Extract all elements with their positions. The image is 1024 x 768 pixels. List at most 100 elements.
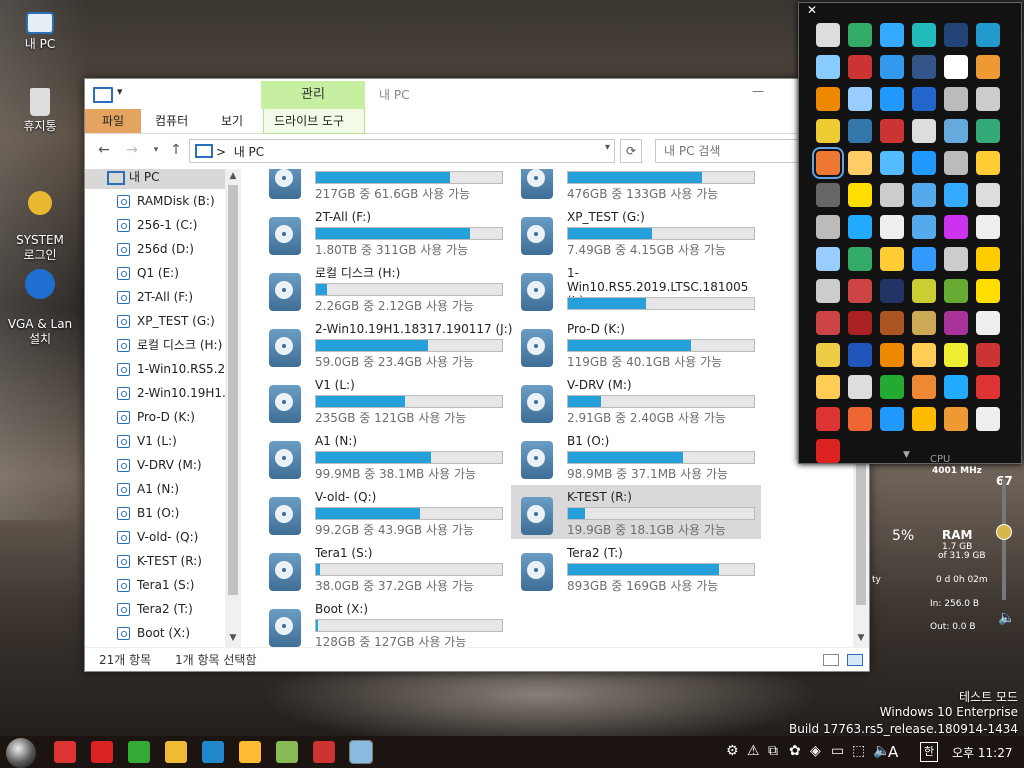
app-shortcut-icon[interactable] [816,439,840,463]
scrollbar-thumb[interactable] [228,185,238,595]
desktop-icon-my-pc[interactable]: 내 PC [2,8,78,52]
app-icon[interactable] [313,741,335,763]
tab-computer[interactable]: 컴퓨터 [145,109,198,133]
app-shortcut-icon[interactable] [848,87,872,111]
app-shortcut-icon[interactable] [816,343,840,367]
chevron-down-icon[interactable]: ▼ [903,450,910,460]
drive-tile[interactable]: 1-Win10.RS5.2019.LTSC.181005 (I:) [511,261,761,315]
chevron-down-icon[interactable]: ▾ [605,142,610,153]
app-shortcut-icon[interactable] [880,407,904,431]
nav-item-drive[interactable]: V1 (L:) [85,429,225,453]
app-shortcut-icon[interactable] [848,215,872,239]
tab-file[interactable]: 파일 [85,109,141,133]
app-shortcut-icon[interactable] [880,87,904,111]
app-shortcut-icon[interactable] [944,375,968,399]
nav-item-drive[interactable]: A1 (N:) [85,477,225,501]
drive-tile[interactable]: 로컬 디스크 (H:) 2.26GB 중 2.12GB 사용 가능 [259,261,509,315]
nav-item-this-pc[interactable]: 내 PC [85,169,225,189]
app-shortcut-icon[interactable] [880,151,904,175]
drive-tile[interactable]: 2-Win10.19H1.18317.190117 (J:) 59.0GB 중 2… [259,317,512,371]
app-shortcut-icon[interactable] [912,215,936,239]
volume-slider-knob[interactable] [996,524,1012,540]
app-shortcut-icon[interactable] [912,151,936,175]
drive-tile[interactable]: K-TEST (R:) 19.9GB 중 18.1GB 사용 가능 [511,485,761,539]
nav-item-drive[interactable]: V-DRV (M:) [85,453,225,477]
computer-icon[interactable] [349,740,373,764]
drive-tile[interactable]: V-DRV (M:) 2.91GB 중 2.40GB 사용 가능 [511,373,761,427]
drive-tile[interactable]: V-old- (Q:) 99.2GB 중 43.9GB 사용 가능 [259,485,509,539]
tray-battery-icon[interactable]: ▭ [831,743,844,759]
drive-tile[interactable]: Boot (X:) 128GB 중 127GB 사용 가능 [259,597,509,647]
app-shortcut-icon[interactable] [944,23,968,47]
app-shortcut-icon[interactable] [812,147,844,179]
tray-alert-icon[interactable]: ⚠ [747,743,760,759]
nav-item-drive[interactable]: XP_TEST (G:) [85,309,225,333]
app-shortcut-icon[interactable] [912,55,936,79]
app-shortcut-icon[interactable] [816,407,840,431]
tray-app-icon[interactable]: ⚙ [726,743,739,759]
app-shortcut-icon[interactable] [976,87,1000,111]
app-shortcut-icon[interactable] [816,375,840,399]
drive-tile[interactable]: V1 (L:) 235GB 중 121GB 사용 가능 [259,373,509,427]
back-arrow-icon[interactable]: ← [95,141,113,159]
forward-arrow-icon[interactable]: → [123,141,141,159]
app-shortcut-icon[interactable] [976,55,1000,79]
color-palette-icon[interactable] [54,741,76,763]
app-shortcut-icon[interactable] [912,407,936,431]
tray-network-icon[interactable]: ◈ [810,743,821,759]
nav-item-drive[interactable]: 256d (D:) [85,237,225,261]
app-shortcut-icon[interactable] [816,247,840,271]
tab-drive-tools[interactable]: 드라이브 도구 [263,109,365,134]
scroll-down-icon[interactable]: ▼ [853,633,869,643]
app-shortcut-icon[interactable] [848,311,872,335]
app-shortcut-icon[interactable] [912,119,936,143]
app-shortcut-icon[interactable] [848,343,872,367]
app-shortcut-icon[interactable] [912,311,936,335]
app-shortcut-icon[interactable] [944,407,968,431]
app-shortcut-icon[interactable] [816,183,840,207]
minimize-button[interactable]: — [747,82,769,104]
language-indicator[interactable]: 한 [920,742,938,762]
drive-tile[interactable]: 217GB 중 61.6GB 사용 가능 [259,169,509,203]
nav-item-drive[interactable]: 256-1 (C:) [85,213,225,237]
app-shortcut-icon[interactable] [816,119,840,143]
nav-item-drive[interactable]: V-old- (Q:) [85,525,225,549]
drive-tile[interactable]: B1 (O:) 98.9MB 중 37.1MB 사용 가능 [511,429,761,483]
app-shortcut-icon[interactable] [880,247,904,271]
app-shortcut-icon[interactable] [976,343,1000,367]
app-shortcut-icon[interactable] [880,343,904,367]
tray-app-icon[interactable]: ✿ [789,743,801,759]
app-shortcut-icon[interactable] [880,311,904,335]
speaker-icon[interactable]: 🔈 [998,610,1015,626]
app-shortcut-icon[interactable] [848,375,872,399]
drive-tile[interactable]: Pro-D (K:) 119GB 중 40.1GB 사용 가능 [511,317,761,371]
power-icon[interactable] [91,741,113,763]
close-icon[interactable]: ✕ [807,3,817,17]
scroll-up-icon[interactable]: ▲ [225,171,241,181]
app-shortcut-icon[interactable] [816,87,840,111]
app-shortcut-icon[interactable] [816,23,840,47]
app-shortcut-icon[interactable] [848,407,872,431]
app-shortcut-icon[interactable] [816,279,840,303]
app-shortcut-icon[interactable] [944,183,968,207]
app-shortcut-icon[interactable] [816,311,840,335]
app-shortcut-icon[interactable] [912,343,936,367]
breadcrumb[interactable]: > 내 PC [216,143,264,160]
app-shortcut-icon[interactable] [944,279,968,303]
scroll-down-icon[interactable]: ▼ [225,633,241,643]
app-shortcut-icon[interactable] [848,279,872,303]
app-shortcut-icon[interactable] [976,151,1000,175]
clock[interactable]: 오후 11:27 [952,744,1012,761]
app-shortcut-icon[interactable] [880,375,904,399]
app-shortcut-icon[interactable] [976,375,1000,399]
app-shortcut-icon[interactable] [848,55,872,79]
app-shortcut-icon[interactable] [880,23,904,47]
nav-item-drive[interactable]: 로컬 디스크 (H:) [85,333,225,357]
up-arrow-icon[interactable]: ↑ [167,141,185,159]
app-shortcut-icon[interactable] [880,279,904,303]
nav-item-drive[interactable]: Tera1 (S:) [85,573,225,597]
app-shortcut-icon[interactable] [944,343,968,367]
nav-item-drive[interactable]: Boot (X:) [85,621,225,645]
context-tab-manage[interactable]: 관리 [261,81,365,109]
app-shortcut-icon[interactable] [976,311,1000,335]
